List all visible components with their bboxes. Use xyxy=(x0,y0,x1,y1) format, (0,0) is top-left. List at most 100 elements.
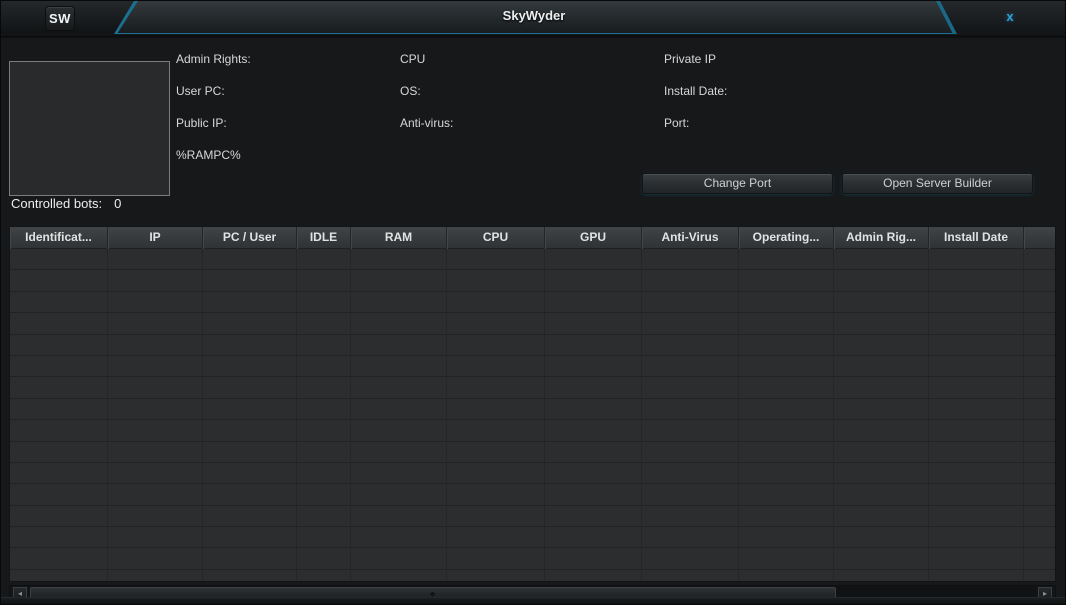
column-header-idle[interactable]: IDLE xyxy=(297,227,351,249)
label-private-ip: Private IP xyxy=(664,52,716,66)
column-header-ram[interactable]: RAM xyxy=(351,227,447,249)
table-cell xyxy=(739,463,834,483)
table-cell xyxy=(203,506,297,526)
table-row xyxy=(10,313,1055,334)
label-admin-rights: Admin Rights: xyxy=(176,52,251,66)
table-cell xyxy=(834,484,929,504)
table-cell xyxy=(447,442,545,462)
table-cell xyxy=(739,527,834,547)
table-cell xyxy=(297,335,351,355)
label-anti-virus: Anti-virus: xyxy=(400,116,453,130)
table-cell xyxy=(929,484,1024,504)
table-cell xyxy=(739,249,834,269)
table-cell xyxy=(351,484,447,504)
open-server-builder-button[interactable]: Open Server Builder xyxy=(842,173,1033,194)
column-header-identificat[interactable]: Identificat... xyxy=(10,227,108,249)
table-cell xyxy=(929,463,1024,483)
table-cell xyxy=(351,420,447,440)
table-cell xyxy=(1024,420,1055,440)
table-cell xyxy=(834,570,929,582)
label-user-pc: User PC: xyxy=(176,84,225,98)
table-cell xyxy=(351,292,447,312)
window-bottom-border xyxy=(1,597,1066,604)
table-cell xyxy=(1024,527,1055,547)
table-row xyxy=(10,527,1055,548)
title-bar: SkyWyder SW x xyxy=(1,1,1066,34)
table-cell xyxy=(297,356,351,376)
table-cell xyxy=(929,570,1024,582)
table-cell xyxy=(447,377,545,397)
table-cell xyxy=(203,548,297,568)
table-cell xyxy=(10,335,108,355)
table-cell xyxy=(297,313,351,333)
table-cell xyxy=(108,335,203,355)
table-cell xyxy=(929,292,1024,312)
table-cell xyxy=(739,484,834,504)
column-header-ip[interactable]: IP xyxy=(108,227,203,249)
app-logo: SW xyxy=(45,6,75,31)
table-cell xyxy=(642,377,739,397)
change-port-button[interactable]: Change Port xyxy=(642,173,833,194)
table-row xyxy=(10,570,1055,582)
table-cell xyxy=(203,399,297,419)
column-header-anti-virus[interactable]: Anti-Virus xyxy=(642,227,739,249)
table-cell xyxy=(545,356,642,376)
close-button[interactable]: x xyxy=(997,5,1023,29)
label-install-date: Install Date: xyxy=(664,84,727,98)
table-cell xyxy=(108,484,203,504)
table-cell xyxy=(203,356,297,376)
column-header-install-date[interactable]: Install Date xyxy=(929,227,1024,249)
table-cell xyxy=(297,484,351,504)
table-cell xyxy=(108,570,203,582)
table-cell xyxy=(545,527,642,547)
table-cell xyxy=(739,335,834,355)
table-cell xyxy=(642,249,739,269)
column-header-operating[interactable]: Operating... xyxy=(739,227,834,249)
table-cell xyxy=(297,570,351,582)
controlled-bots-count: 0 xyxy=(114,196,121,211)
table-cell xyxy=(642,442,739,462)
table-cell xyxy=(108,399,203,419)
controlled-bots-label: Controlled bots: xyxy=(11,196,102,211)
column-header-blank[interactable] xyxy=(1024,227,1056,249)
table-cell xyxy=(739,356,834,376)
table-cell xyxy=(834,249,929,269)
table-cell xyxy=(834,548,929,568)
table-cell xyxy=(10,313,108,333)
table-cell xyxy=(351,270,447,290)
table-cell xyxy=(642,270,739,290)
table-cell xyxy=(545,292,642,312)
table-cell xyxy=(447,506,545,526)
table-cell xyxy=(447,484,545,504)
table-cell xyxy=(351,249,447,269)
column-header-admin-rig[interactable]: Admin Rig... xyxy=(834,227,929,249)
table-cell xyxy=(834,377,929,397)
table-cell xyxy=(545,249,642,269)
table-cell xyxy=(108,313,203,333)
label-rampc: %RAMPC% xyxy=(176,148,241,162)
table-cell xyxy=(447,527,545,547)
table-cell xyxy=(447,570,545,582)
table-cell xyxy=(10,292,108,312)
table-cell xyxy=(739,442,834,462)
table-cell xyxy=(447,548,545,568)
table-row xyxy=(10,270,1055,291)
table-cell xyxy=(834,313,929,333)
table-cell xyxy=(1024,399,1055,419)
table-cell xyxy=(10,442,108,462)
table-cell xyxy=(10,399,108,419)
table-cell xyxy=(203,377,297,397)
table-cell xyxy=(642,356,739,376)
table-cell xyxy=(351,377,447,397)
table-cell xyxy=(447,335,545,355)
column-header-pc-user[interactable]: PC / User xyxy=(203,227,297,249)
table-cell xyxy=(739,270,834,290)
table-row xyxy=(10,506,1055,527)
column-header-gpu[interactable]: GPU xyxy=(545,227,642,249)
table-cell xyxy=(10,463,108,483)
main-panel: Admin Rights: User PC: Public IP: %RAMPC… xyxy=(1,35,1066,605)
table-cell xyxy=(642,399,739,419)
table-cell xyxy=(834,399,929,419)
column-header-cpu[interactable]: CPU xyxy=(447,227,545,249)
table-cell xyxy=(929,249,1024,269)
